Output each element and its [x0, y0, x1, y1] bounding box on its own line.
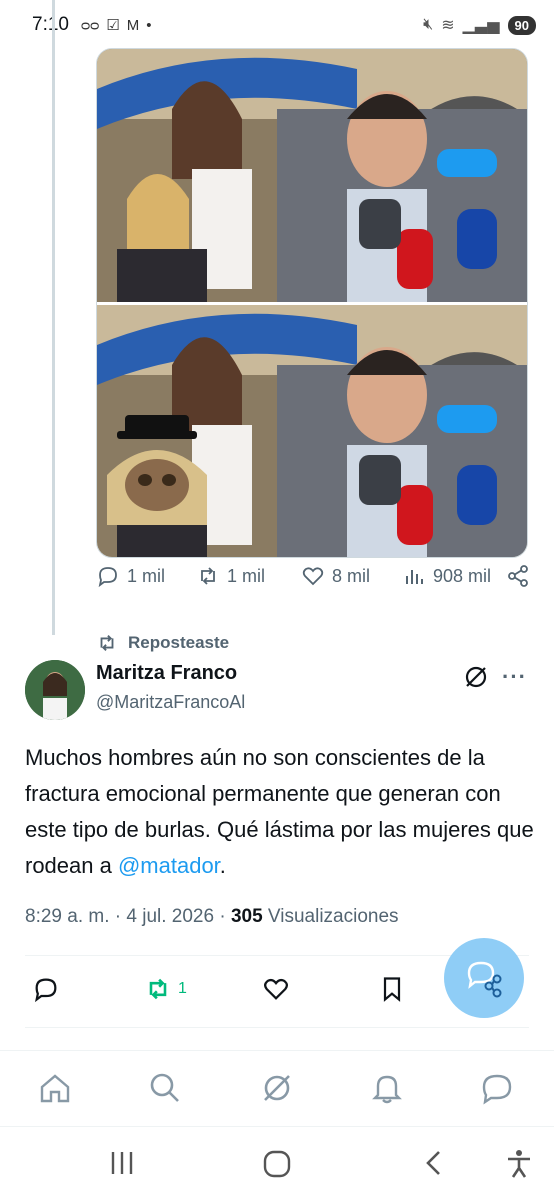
- bottom-nav: [0, 1050, 554, 1125]
- views-icon: [406, 570, 423, 584]
- author-handle[interactable]: @MaritzaFrancoAl: [96, 692, 245, 713]
- tweet-text: Muchos hombres aún no son conscientes de…: [25, 740, 535, 884]
- like-metric[interactable]: 8 mil: [301, 564, 370, 588]
- views-number: 305: [230, 906, 263, 927]
- repost-metric[interactable]: 1 mil: [196, 564, 265, 588]
- media-image-bottom[interactable]: [97, 305, 527, 557]
- tweet-timestamp[interactable]: 8:29 a. m. · 4 jul. 2026 ·: [25, 906, 231, 927]
- compose-reply-fab[interactable]: [444, 938, 524, 1018]
- bookmark-button[interactable]: [378, 975, 406, 1003]
- tweet-media[interactable]: [96, 48, 528, 558]
- views-metric[interactable]: 908 mil: [402, 564, 491, 588]
- battery-badge: 90: [507, 15, 536, 35]
- tweet-meta: 8:29 a. m. · 4 jul. 2026 · 305 Visualiza…: [25, 906, 399, 928]
- wifi-icon: ≋: [441, 17, 455, 34]
- share-icon: [508, 565, 528, 587]
- share-metric[interactable]: [506, 564, 530, 588]
- mute-icon: 🔇︎: [423, 16, 434, 33]
- avatar[interactable]: [25, 660, 85, 720]
- repost-icon: [201, 567, 215, 585]
- accessibility-icon[interactable]: [505, 1149, 533, 1179]
- mail-icon: M: [126, 16, 140, 34]
- heart-icon: [302, 567, 324, 586]
- search-icon[interactable]: [148, 1071, 182, 1105]
- repost-icon: [100, 635, 114, 651]
- reply-metric[interactable]: 1 mil: [96, 564, 165, 588]
- grok-nav-icon[interactable]: [260, 1071, 294, 1105]
- views-label: Visualizaciones: [262, 906, 399, 927]
- reply-icon: [35, 978, 57, 1003]
- heart-icon: [264, 978, 288, 1000]
- home-icon[interactable]: [38, 1071, 72, 1105]
- system-nav: [0, 1126, 554, 1200]
- back-icon[interactable]: [420, 1149, 448, 1177]
- bookmark-icon: [383, 977, 401, 1002]
- divider: [25, 1027, 529, 1028]
- status-system-icons: 🔇︎ ≋ ▁▃▅ 90: [423, 15, 536, 35]
- like-button[interactable]: [262, 975, 290, 1003]
- notifications-icon[interactable]: [370, 1071, 404, 1105]
- thread-line: [52, 0, 55, 635]
- repost-button-count: 1: [178, 980, 187, 997]
- author-name[interactable]: Maritza Franco: [96, 662, 237, 685]
- status-time: 7:10: [32, 14, 69, 35]
- repost-header-label: Reposteaste: [128, 633, 230, 652]
- voicemail-icon: ᴑᴑ: [80, 16, 100, 34]
- like-count: 8 mil: [332, 565, 371, 586]
- status-bar: 7:10 ᴑᴑ ☑ M • 🔇︎ ≋ ▁▃▅ 90: [0, 0, 554, 50]
- reply-count: 1 mil: [127, 565, 166, 586]
- checkbox-icon: ☑: [106, 17, 120, 34]
- views-count: 908 mil: [433, 565, 492, 586]
- repost-header: Reposteaste: [96, 632, 229, 654]
- reply-icon: [98, 567, 117, 588]
- recent-apps-icon[interactable]: [108, 1149, 136, 1177]
- tweet-end: .: [219, 853, 226, 878]
- compose-icon: [467, 961, 502, 998]
- home-button-icon[interactable]: [262, 1149, 292, 1179]
- status-notification-icons: ᴑᴑ ☑ M •: [80, 16, 152, 35]
- mention-link[interactable]: @matador: [118, 853, 220, 878]
- repost-button[interactable]: 1: [144, 975, 187, 1003]
- media-image-top[interactable]: [97, 49, 527, 302]
- reply-button[interactable]: [32, 975, 60, 1003]
- signal-icon: ▁▃▅: [462, 17, 500, 34]
- repost-count: 1 mil: [227, 565, 266, 586]
- messages-icon[interactable]: [480, 1071, 514, 1105]
- dot-icon: •: [146, 16, 152, 34]
- grok-icon[interactable]: [463, 664, 489, 690]
- tweet-body: Muchos hombres aún no son conscientes de…: [25, 745, 534, 878]
- repost-icon: [149, 978, 167, 1000]
- more-options-icon[interactable]: ···: [502, 664, 527, 690]
